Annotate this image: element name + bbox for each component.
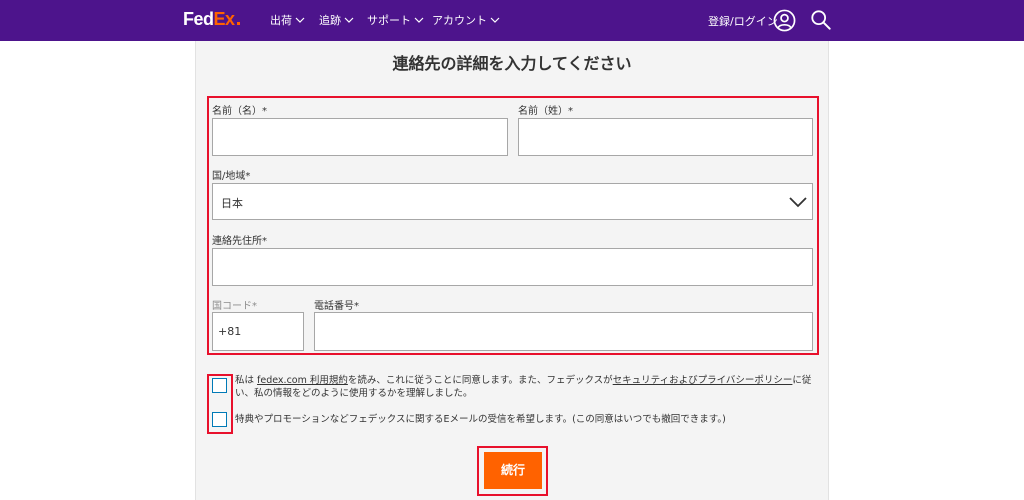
country-code-value: +81 xyxy=(218,325,242,338)
chevron-down-icon xyxy=(789,197,807,208)
fedex-logo[interactable]: FedEx xyxy=(183,9,240,30)
continue-button[interactable]: 続行 xyxy=(484,452,542,489)
marketing-consent-text: 特典やプロモーションなどフェデックスに関するEメールの受信を希望します。(この同… xyxy=(235,414,726,425)
nav-item-label: アカウント xyxy=(432,14,487,27)
phone-label: 電話番号* xyxy=(314,301,359,312)
nav-item-label: サポート xyxy=(367,14,411,27)
country-label: 国/地域* xyxy=(212,171,251,182)
terms-consent-text: 私は fedex.com 利用規約を読み、これに従うことに同意します。また、フェ… xyxy=(235,375,812,399)
nav-item-shipping[interactable]: 出荷 xyxy=(270,12,305,28)
chevron-down-icon xyxy=(295,17,305,23)
country-select[interactable]: 日本 xyxy=(212,183,813,220)
chevron-down-icon xyxy=(344,17,354,23)
search-icon[interactable] xyxy=(810,9,832,31)
last-name-input[interactable] xyxy=(518,118,813,156)
nav-item-tracking[interactable]: 追跡 xyxy=(319,12,354,28)
first-name-label: 名前（名）* xyxy=(212,106,267,117)
page-title: 連絡先の詳細を入力してください xyxy=(392,54,632,73)
user-icon[interactable] xyxy=(773,9,796,32)
terms-checkbox[interactable] xyxy=(212,378,227,393)
terms-link[interactable]: fedex.com 利用規約 xyxy=(257,375,348,386)
privacy-policy-link[interactable]: セキュリティおよびプライバシーポリシー xyxy=(613,375,793,386)
chevron-down-icon xyxy=(490,17,500,23)
address-input[interactable] xyxy=(212,248,813,286)
first-name-input[interactable] xyxy=(212,118,508,156)
login-link[interactable]: 登録/ログイン xyxy=(708,13,778,29)
nav-item-label: 追跡 xyxy=(319,14,341,27)
chevron-down-icon xyxy=(414,17,424,23)
top-navigation-bar: FedEx 出荷 追跡 サポート アカウント 登録/ログイン xyxy=(0,0,1024,41)
nav-item-label: 出荷 xyxy=(270,14,292,27)
last-name-label: 名前（姓）* xyxy=(518,106,573,117)
country-selected-value: 日本 xyxy=(221,197,243,210)
nav-item-support[interactable]: サポート xyxy=(367,12,424,28)
country-code-label: 国コード* xyxy=(212,301,257,312)
phone-input[interactable] xyxy=(314,312,813,351)
nav-item-account[interactable]: アカウント xyxy=(432,12,500,28)
address-label: 連絡先住所* xyxy=(212,236,267,247)
marketing-checkbox[interactable] xyxy=(212,412,227,427)
